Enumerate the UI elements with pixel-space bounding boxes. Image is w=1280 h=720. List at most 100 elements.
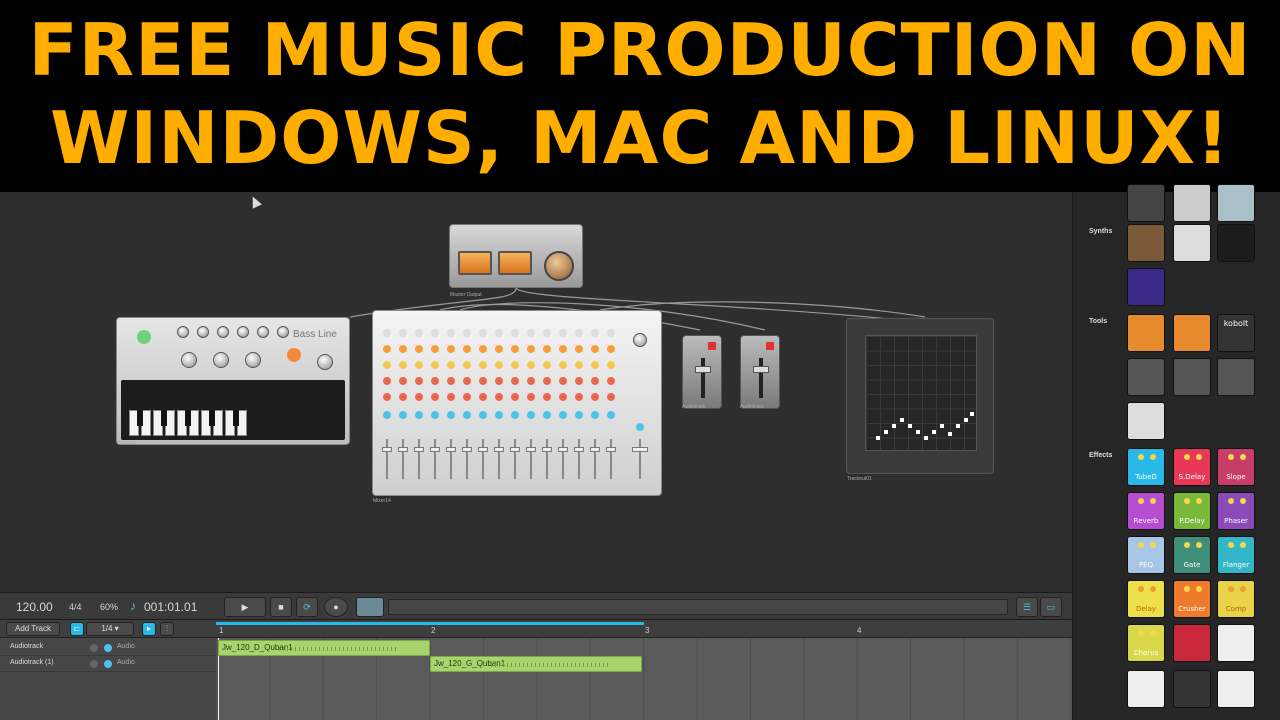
tool-tile-scope[interactable]: [1173, 358, 1211, 396]
mixer-channel[interactable]: [557, 319, 569, 489]
mixer-channel[interactable]: [429, 319, 441, 489]
knob[interactable]: [197, 326, 209, 338]
effect-tile-delay[interactable]: Delay: [1127, 580, 1165, 618]
knob[interactable]: [177, 326, 189, 338]
knob[interactable]: [217, 326, 229, 338]
mixer-channel[interactable]: [493, 319, 505, 489]
audio-channel-device-1[interactable]: [682, 335, 722, 409]
tool-tile-meter[interactable]: [1127, 358, 1165, 396]
volume-knob[interactable]: [317, 354, 333, 370]
audio-clip[interactable]: Jw_120_D_Quban1: [218, 640, 430, 656]
effect-tile-slope[interactable]: Slope: [1217, 448, 1255, 486]
mixer-device[interactable]: [372, 310, 662, 496]
mixer-channel[interactable]: [589, 319, 601, 489]
cutoff-knob[interactable]: [213, 352, 229, 368]
knob[interactable]: [277, 326, 289, 338]
tool-tile-fader[interactable]: [1127, 402, 1165, 440]
mixer-channel[interactable]: [397, 319, 409, 489]
mixer-channel[interactable]: [461, 319, 473, 489]
synth-tile-grid[interactable]: [1217, 224, 1255, 262]
time-signature[interactable]: 4/4: [69, 602, 82, 612]
bassline-synth-device[interactable]: Bass Line: [116, 317, 350, 445]
effect-tile-chorus[interactable]: Chorus: [1127, 624, 1165, 662]
effect-tile-tubed[interactable]: TubeD: [1127, 448, 1165, 486]
snap-toggle[interactable]: ⊏: [70, 622, 84, 636]
list-view-button[interactable]: ☰: [1016, 597, 1038, 617]
tempo-display[interactable]: 120.00: [16, 600, 53, 614]
black-key[interactable]: [233, 410, 239, 426]
stop-button[interactable]: ■: [270, 597, 292, 617]
monitor-icon[interactable]: [104, 660, 112, 668]
add-icon[interactable]: [90, 660, 98, 668]
effect-tile-gate[interactable]: Gate: [1173, 536, 1211, 574]
tool-tile-right[interactable]: [1173, 314, 1211, 352]
step-keyboard[interactable]: [121, 380, 345, 440]
mixer-channel[interactable]: [477, 319, 489, 489]
audio-clip[interactable]: Jw_120_G_Quban1: [430, 656, 642, 672]
add-track-button[interactable]: Add Track: [6, 622, 60, 636]
black-key[interactable]: [161, 410, 167, 426]
tune-knob[interactable]: [181, 352, 197, 368]
effect-tile-lofi[interactable]: [1173, 624, 1211, 662]
monitor-icon[interactable]: [104, 644, 112, 652]
position-display[interactable]: 001:01.01: [144, 600, 197, 614]
volume-fader[interactable]: [695, 366, 711, 373]
mixer-channel[interactable]: [573, 319, 585, 489]
palette-tile[interactable]: [1217, 670, 1255, 708]
mixer-channel[interactable]: [413, 319, 425, 489]
black-key[interactable]: [209, 410, 215, 426]
track-row[interactable]: Audiotrack Audio: [0, 640, 216, 656]
overview-thumbnail[interactable]: [356, 597, 384, 617]
tool-tile-mixer[interactable]: [1217, 358, 1255, 396]
mixer-channel[interactable]: [381, 319, 393, 489]
black-key[interactable]: [185, 410, 191, 426]
mixer-channel[interactable]: [525, 319, 537, 489]
cursor-tool-button[interactable]: ▸: [142, 622, 156, 636]
volume-fader[interactable]: [753, 366, 769, 373]
quantize-select[interactable]: 1/4 ▾: [86, 622, 134, 636]
master-volume-knob[interactable]: [544, 251, 574, 281]
loop-button[interactable]: ⟳: [296, 597, 318, 617]
black-key[interactable]: [137, 410, 143, 426]
audio-channel-device-2[interactable]: [740, 335, 780, 409]
palette-tile[interactable]: [1127, 670, 1165, 708]
loop-region[interactable]: [216, 622, 644, 625]
tool-tile-kobolt[interactable]: kobolt: [1217, 314, 1255, 352]
tool-tile-left[interactable]: [1127, 314, 1165, 352]
mixer-channel[interactable]: [445, 319, 457, 489]
resonance-knob[interactable]: [245, 352, 261, 368]
synth-tile-drums[interactable]: [1127, 224, 1165, 262]
effect-tile-reverb[interactable]: Reverb: [1127, 492, 1165, 530]
palette-tile[interactable]: [1217, 184, 1255, 222]
play-button[interactable]: ▶: [224, 597, 266, 617]
zoom-level[interactable]: 60%: [100, 602, 118, 612]
synth-tile-wave[interactable]: [1127, 268, 1165, 306]
palette-tile[interactable]: [1173, 184, 1211, 222]
arrangement-scrollbar[interactable]: [388, 599, 1008, 615]
mixer-channel[interactable]: [605, 319, 617, 489]
track-row[interactable]: Audiotrack (1) Audio: [0, 656, 216, 672]
mute-button[interactable]: [766, 342, 774, 350]
knob[interactable]: [237, 326, 249, 338]
effect-tile-pdelay[interactable]: P.Delay: [1173, 492, 1211, 530]
effect-tile-peq[interactable]: PEQ: [1127, 536, 1165, 574]
effect-tile-comp[interactable]: Comp: [1217, 580, 1255, 618]
palette-tile[interactable]: [1127, 184, 1165, 222]
mute-button[interactable]: [708, 342, 716, 350]
palette-tile[interactable]: [1173, 670, 1211, 708]
effect-tile-phaser[interactable]: Phaser: [1217, 492, 1255, 530]
effect-tile-sdelay[interactable]: S.Delay: [1173, 448, 1211, 486]
xy-pad-grid[interactable]: [865, 335, 977, 451]
effect-tile-flanger[interactable]: Flanger: [1217, 536, 1255, 574]
mixer-channel[interactable]: [509, 319, 521, 489]
synth-tile-piano[interactable]: [1173, 224, 1211, 262]
effect-tile-misc[interactable]: [1217, 624, 1255, 662]
mixer-channel[interactable]: [541, 319, 553, 489]
master-output-device[interactable]: [449, 224, 583, 288]
effect-tile-crusher[interactable]: Crusher: [1173, 580, 1211, 618]
knob[interactable]: [257, 326, 269, 338]
add-icon[interactable]: [90, 644, 98, 652]
record-button[interactable]: ●: [324, 597, 348, 617]
wave-tool-button[interactable]: ⫶: [160, 622, 174, 636]
xy-pad-device[interactable]: [846, 318, 994, 474]
